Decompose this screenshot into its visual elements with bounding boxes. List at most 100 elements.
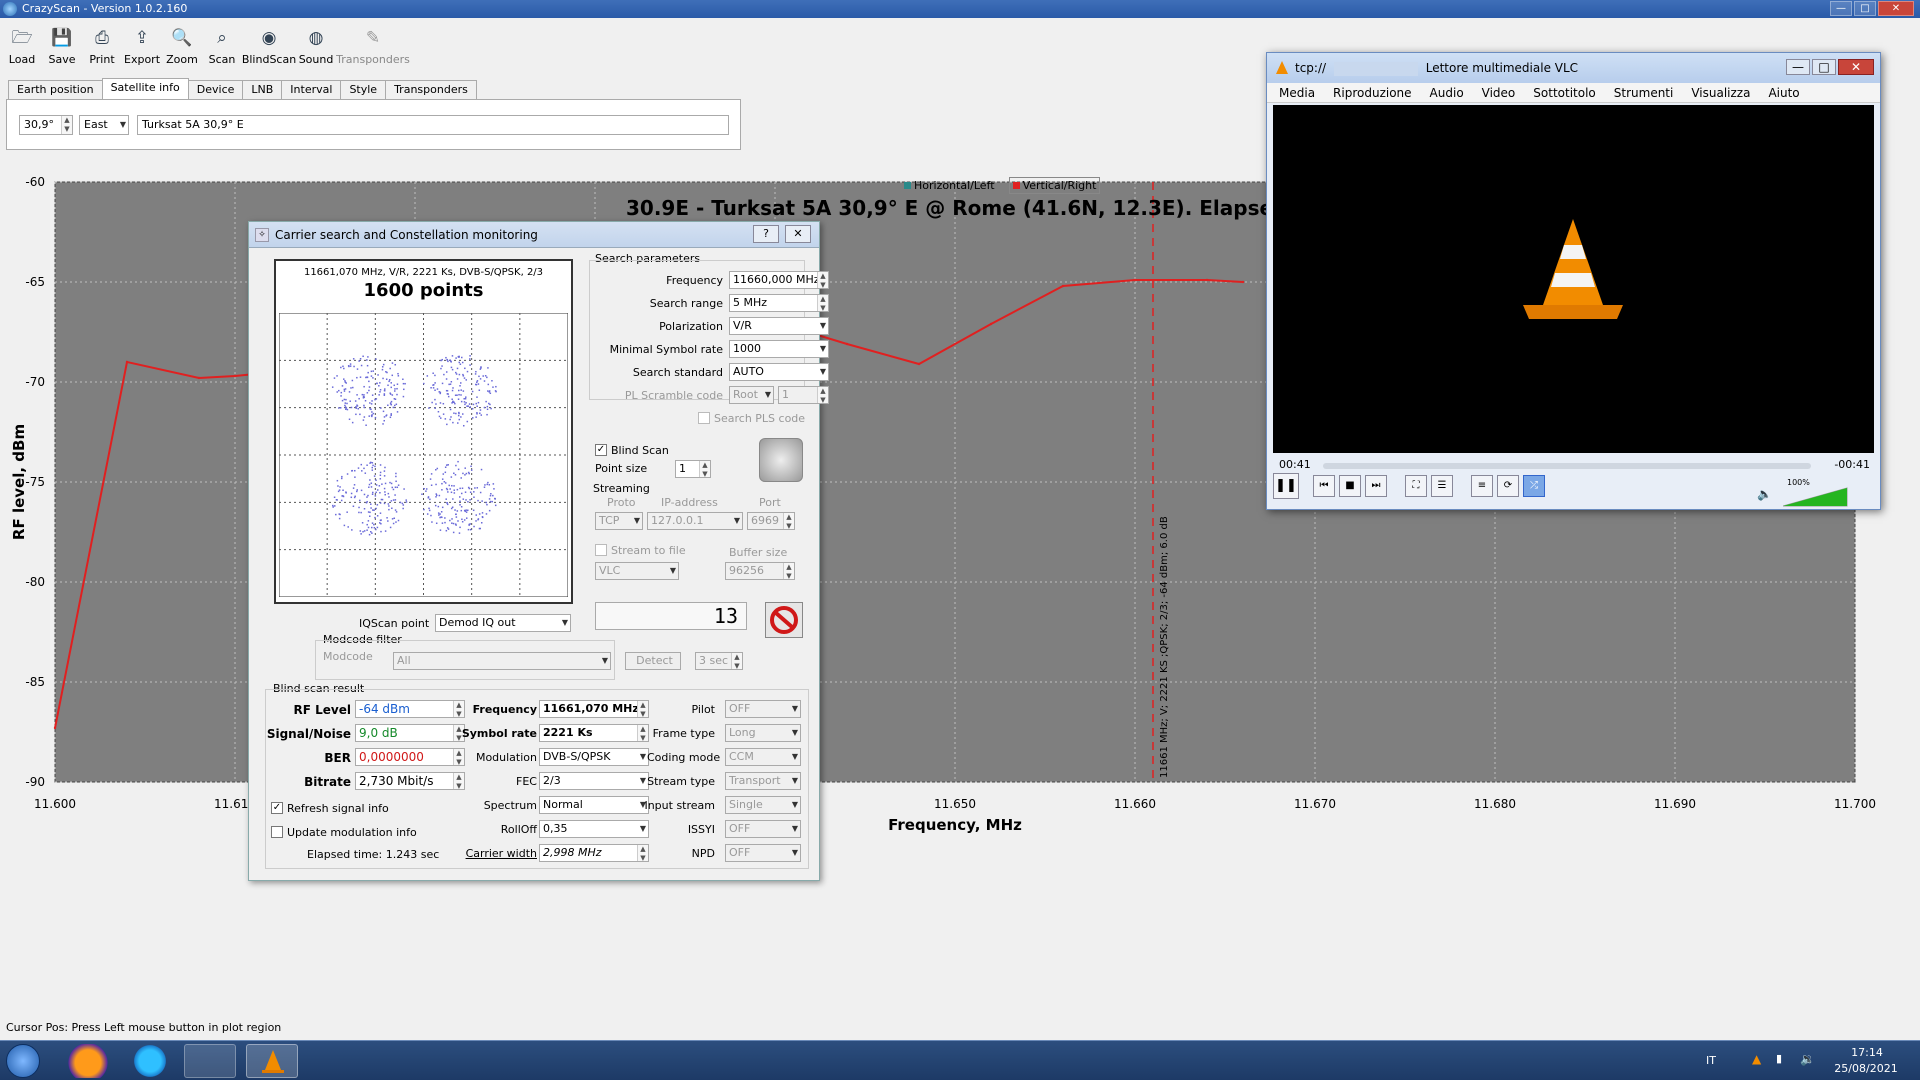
proto-select[interactable]: TCP ▼: [595, 512, 643, 530]
tab-satellite-info[interactable]: Satellite info: [101, 78, 189, 100]
vlc-menu-media[interactable]: Media: [1279, 83, 1315, 102]
fec-select[interactable]: 2/3 ▼: [539, 772, 649, 790]
port-spinner[interactable]: ▲ ▼: [783, 513, 794, 529]
save-button[interactable]: 💾 Save: [46, 20, 78, 70]
vlc-menu-strumenti[interactable]: Strumenti: [1614, 83, 1674, 102]
frequency-spinner[interactable]: ▲ ▼: [817, 272, 828, 288]
scan-button[interactable]: ⌕ Scan: [206, 20, 238, 70]
stream-to-file-checkbox[interactable]: [595, 544, 607, 556]
vlc-menu-visualizza[interactable]: Visualizza: [1691, 83, 1750, 102]
search-range-input[interactable]: 5 MHz ▲ ▼: [729, 294, 829, 312]
vlc-video-area[interactable]: [1273, 105, 1874, 453]
sound-button[interactable]: ◍ Sound: [299, 20, 334, 70]
vlc-taskbar-icon[interactable]: [246, 1044, 298, 1078]
vlc-menu-aiuto[interactable]: Aiuto: [1768, 83, 1799, 102]
legend-vertical[interactable]: Vertical/Right: [1008, 177, 1101, 194]
tab-earth-position[interactable]: Earth position: [8, 80, 103, 100]
update-modulation-checkbox[interactable]: [271, 826, 283, 838]
tab-lnb[interactable]: LNB: [242, 80, 283, 100]
polarization-select[interactable]: V/R ▼: [729, 317, 829, 335]
pl-spinner[interactable]: ▲ ▼: [817, 387, 828, 403]
vlc-minimize-button[interactable]: —: [1786, 59, 1810, 75]
clock-date[interactable]: 25/08/2021: [1834, 1062, 1898, 1075]
detect-time-spinner[interactable]: ▲ ▼: [731, 653, 742, 669]
vlc-loop-button[interactable]: ⟳: [1497, 475, 1519, 497]
satellite-name-input[interactable]: Turksat 5A 30,9° E: [137, 115, 729, 135]
buffer-spinner[interactable]: ▲ ▼: [783, 563, 794, 579]
vlc-seek-bar[interactable]: [1323, 463, 1811, 469]
vlc-extended-settings-button[interactable]: ☰: [1431, 475, 1453, 497]
buffer-size-input[interactable]: 96256 ▲ ▼: [725, 562, 795, 580]
vlc-fullscreen-button[interactable]: ⛶: [1405, 475, 1427, 497]
port-input[interactable]: 6969 ▲ ▼: [747, 512, 795, 530]
detect-button[interactable]: Detect: [625, 652, 681, 670]
range-spinner[interactable]: ▲ ▼: [817, 295, 828, 311]
clock-time[interactable]: 17:14: [1840, 1046, 1894, 1059]
edge-taskbar-icon[interactable]: [124, 1044, 176, 1078]
crazyscan-taskbar-icon[interactable]: [184, 1044, 236, 1078]
modcode-select[interactable]: All ▼: [393, 652, 611, 670]
maximize-button[interactable]: □: [1854, 1, 1876, 16]
tray-vlc-icon[interactable]: ▲: [1752, 1052, 1761, 1066]
direction-select[interactable]: East ▼: [79, 115, 129, 135]
legend-horizontal[interactable]: Horizontal/Left: [900, 177, 999, 194]
vlc-pause-button[interactable]: ❚❚: [1273, 473, 1299, 499]
vlc-volume-slider[interactable]: [1783, 487, 1849, 507]
stream-type-select[interactable]: Transport ▼: [725, 772, 801, 790]
frame-type-select[interactable]: Long ▼: [725, 724, 801, 742]
export-button[interactable]: ⇪ Export: [124, 20, 160, 70]
load-button[interactable]: 🗁 Load: [6, 20, 38, 70]
pl-scramble-code-input[interactable]: 1 ▲ ▼: [778, 386, 829, 404]
vlc-stop-button[interactable]: ■: [1339, 475, 1361, 497]
search-pls-checkbox[interactable]: [698, 412, 710, 424]
pl-scramble-mode-select[interactable]: Root ▼: [729, 386, 774, 404]
player-select[interactable]: VLC ▼: [595, 562, 679, 580]
tab-style[interactable]: Style: [340, 80, 387, 100]
minimize-button[interactable]: —: [1830, 1, 1852, 16]
zoom-button[interactable]: 🔍 Zoom: [166, 20, 198, 70]
frequency-input[interactable]: 11660,000 MHz ▲ ▼: [729, 271, 829, 289]
vlc-menu-audio[interactable]: Audio: [1430, 83, 1464, 102]
stop-button[interactable]: [765, 602, 803, 638]
firefox-taskbar-icon[interactable]: [62, 1044, 114, 1078]
tab-interval[interactable]: Interval: [281, 80, 342, 100]
iqscan-select[interactable]: Demod IQ out ▼: [435, 614, 571, 632]
blindscan-button[interactable]: ◉ BlindScan: [242, 20, 296, 70]
close-button[interactable]: ✕: [1878, 1, 1914, 16]
vlc-close-button[interactable]: ✕: [1838, 59, 1874, 75]
vlc-previous-button[interactable]: ⏮: [1313, 475, 1335, 497]
modulation-select[interactable]: DVB-S/QPSK ▼: [539, 748, 649, 766]
vlc-menu-video[interactable]: Video: [1482, 83, 1516, 102]
transponders-button[interactable]: ✎ Transponders: [336, 20, 410, 70]
tab-transponders[interactable]: Transponders: [385, 80, 477, 100]
dialog-close-button[interactable]: ✕: [785, 225, 811, 243]
input-stream-select[interactable]: Single ▼: [725, 796, 801, 814]
vlc-next-button[interactable]: ⏭: [1365, 475, 1387, 497]
rolloff-select[interactable]: 0,35 ▼: [539, 820, 649, 838]
detect-time-input[interactable]: 3 sec ▲ ▼: [695, 652, 743, 670]
vlc-speaker-icon[interactable]: 🔈: [1757, 487, 1772, 501]
network-icon[interactable]: ▮: [1776, 1052, 1782, 1065]
pilot-select[interactable]: OFF ▼: [725, 700, 801, 718]
issyi-select[interactable]: OFF ▼: [725, 820, 801, 838]
point-size-input[interactable]: 1 ▲ ▼: [675, 460, 711, 478]
refresh-signal-checkbox[interactable]: ✓: [271, 802, 283, 814]
tab-device[interactable]: Device: [187, 80, 244, 100]
vlc-maximize-button[interactable]: □: [1812, 59, 1836, 75]
min-symbol-rate-select[interactable]: 1000 ▼: [729, 340, 829, 358]
coding-mode-select[interactable]: CCM ▼: [725, 748, 801, 766]
volume-tray-icon[interactable]: 🔉: [1800, 1052, 1815, 1066]
satellite-position-input[interactable]: 30,9° ▲ ▼: [19, 115, 73, 135]
print-button[interactable]: ⎙ Print: [86, 20, 118, 70]
ip-address-select[interactable]: 127.0.0.1 ▼: [647, 512, 743, 530]
blind-scan-checkbox[interactable]: ✓: [595, 444, 607, 456]
satellite-dish-icon[interactable]: [759, 438, 803, 482]
language-indicator[interactable]: IT: [1706, 1054, 1716, 1067]
start-button[interactable]: [6, 1044, 40, 1078]
carrier-width-label[interactable]: Carrier width: [445, 847, 537, 860]
vlc-menu-sottotitolo[interactable]: Sottotitolo: [1533, 83, 1595, 102]
vlc-menu-riproduzione[interactable]: Riproduzione: [1333, 83, 1412, 102]
vlc-playlist-button[interactable]: ≡: [1471, 475, 1493, 497]
npd-select[interactable]: OFF ▼: [725, 844, 801, 862]
point-size-spinner[interactable]: ▲ ▼: [699, 461, 710, 477]
